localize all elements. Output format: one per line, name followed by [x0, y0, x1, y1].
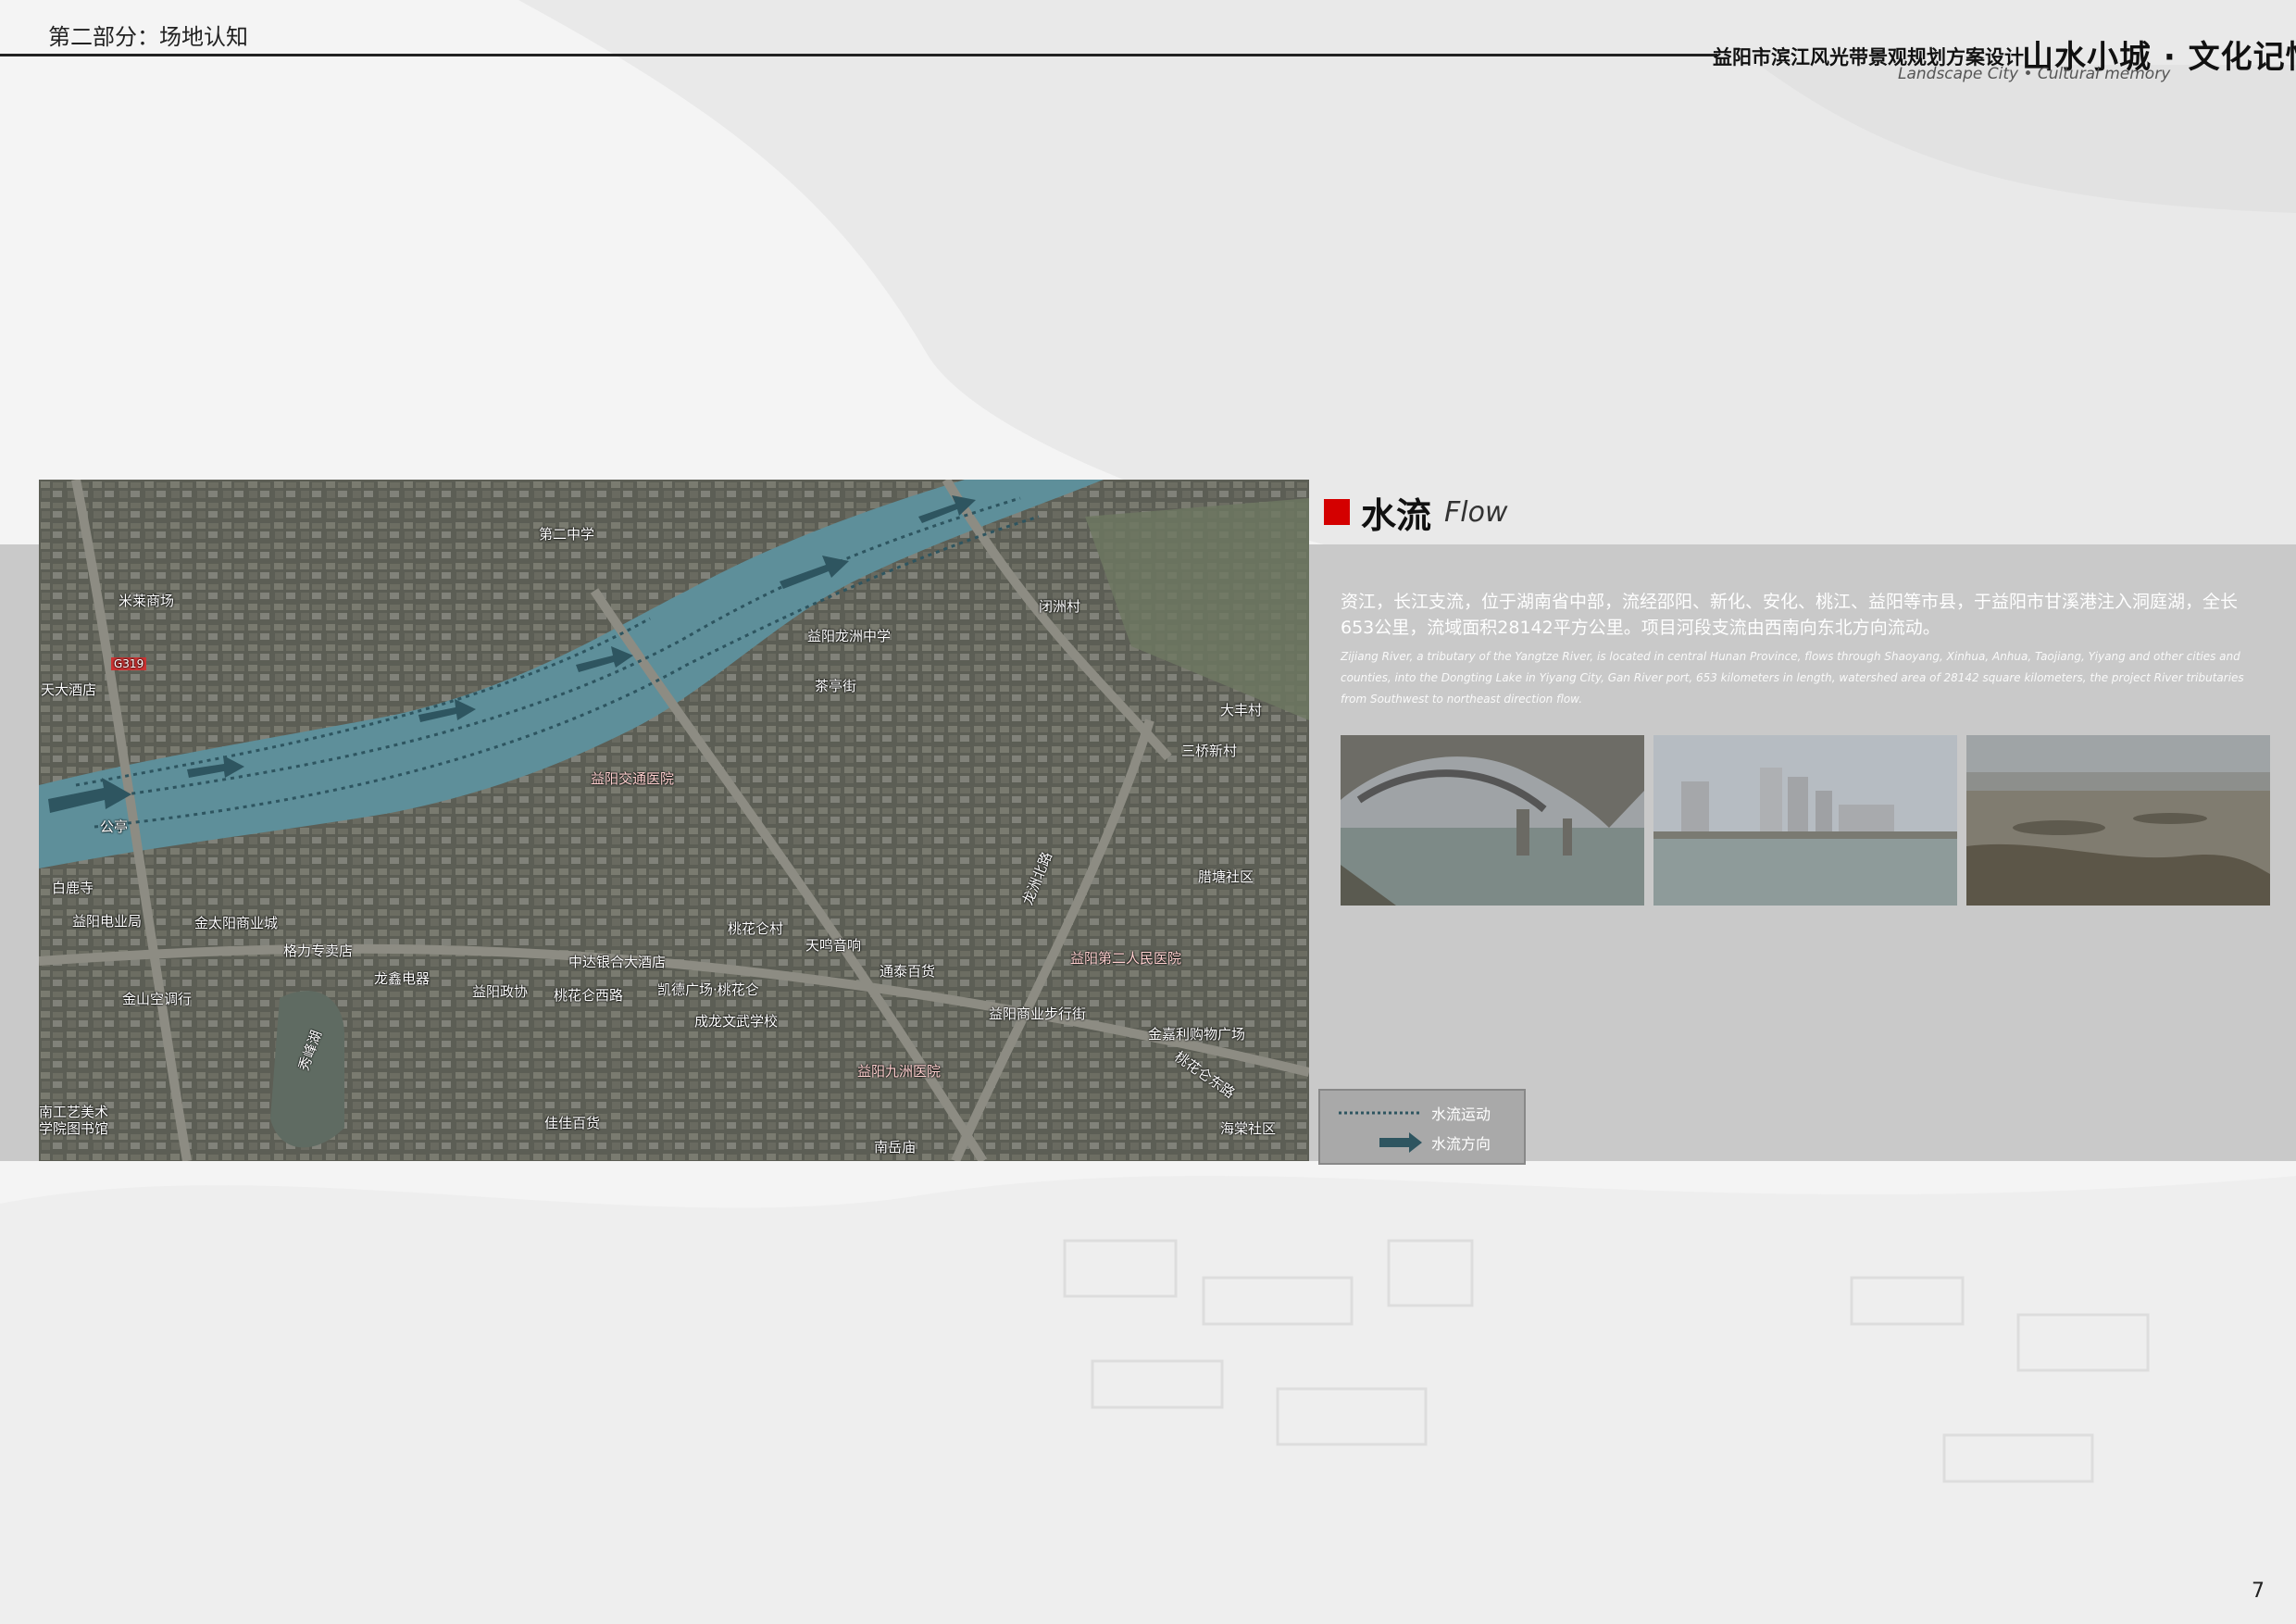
arrow-icon	[1379, 1132, 1422, 1153]
map-label: 益阳交通医院	[591, 770, 675, 787]
map-label: 通泰百货	[880, 963, 936, 980]
map-label: 茶亭街	[815, 678, 857, 694]
flow-title: 水流 Flow	[1324, 489, 1508, 536]
map-label: 金太阳商业城	[194, 915, 279, 931]
header-divider	[0, 54, 1717, 56]
map-legend: 水流运动 水流方向	[1318, 1089, 1526, 1165]
page-number: 7	[2252, 1580, 2265, 1603]
map-label: 金嘉利购物广场	[1148, 1026, 1246, 1043]
map-label: 成龙文武学校	[694, 1013, 779, 1030]
map-label: 凯德广场·桃花仑	[657, 981, 759, 998]
map-label: 格力专卖店	[283, 943, 354, 959]
legend-direction: 水流方向	[1339, 1131, 1491, 1154]
map-label: 益阳政协	[472, 983, 529, 1000]
map-label: 闭洲村	[1039, 598, 1081, 615]
map-label: 三桥新村	[1181, 743, 1238, 759]
section-label: 第二部分：场地认知	[48, 24, 248, 50]
legend-direction-label: 水流方向	[1431, 1135, 1491, 1153]
map-label: 益阳电业局	[72, 913, 143, 930]
description-cn: 资江，长江支流，位于湖南省中部，流经邵阳、新化、安化、桃江、益阳等市县，于益阳市…	[1341, 592, 2239, 638]
map-label: 学院图书馆	[39, 1120, 109, 1137]
dotted-line-icon	[1339, 1111, 1422, 1115]
legend-motion: 水流运动	[1339, 1102, 1491, 1124]
map-label: 益阳九洲医院	[857, 1063, 942, 1080]
map-label: 中达银合大酒店	[568, 954, 667, 970]
map-label: 腊塘社区	[1198, 868, 1254, 885]
bridge-photo	[1341, 735, 1644, 906]
flow-title-en: Flow	[1444, 495, 1508, 529]
map-label: 龙鑫电器	[374, 970, 430, 987]
map-label: 桃花仑村	[728, 920, 784, 937]
map-label: 米莱商场	[119, 593, 175, 609]
river-shoal-photo	[1966, 735, 2270, 906]
map-graphic	[39, 480, 1309, 1161]
map-label: 益阳龙洲中学	[807, 628, 892, 644]
map-label: 第二中学	[539, 526, 595, 543]
map-label: 天大酒店	[41, 681, 97, 698]
satellite-map: 第二中学 米莱商场 天大酒店 益阳龙洲中学 闭洲村 茶亭街 大丰村 三桥新村 益…	[39, 480, 1309, 1161]
map-label: 益阳第二人民医院	[1070, 950, 1182, 967]
map-label: 海棠社区	[1220, 1120, 1277, 1137]
map-label: G319	[111, 657, 147, 670]
map-label: 天鸣音响	[805, 937, 862, 954]
brand-subtitle: Landscape City • Cultural memory	[1898, 65, 2171, 83]
map-label: 佳佳百货	[544, 1115, 601, 1131]
title-marker-icon	[1324, 499, 1350, 525]
map-label: 金山空调行	[122, 991, 193, 1007]
map-label: 桃花仑西路	[554, 987, 624, 1004]
map-label: 益阳商业步行街	[989, 1006, 1087, 1022]
riverside-buildings-photo	[1653, 735, 1957, 906]
flow-title-cn: 水流	[1361, 494, 1432, 536]
description-en: Zijiang River, a tributary of the Yangtz…	[1341, 650, 2244, 706]
map-label: 南岳庙	[874, 1139, 917, 1156]
map-label: 白鹿寺	[52, 880, 94, 896]
map-label: 大丰村	[1220, 702, 1263, 718]
map-label: 公亭	[100, 818, 129, 835]
legend-motion-label: 水流运动	[1431, 1106, 1491, 1123]
